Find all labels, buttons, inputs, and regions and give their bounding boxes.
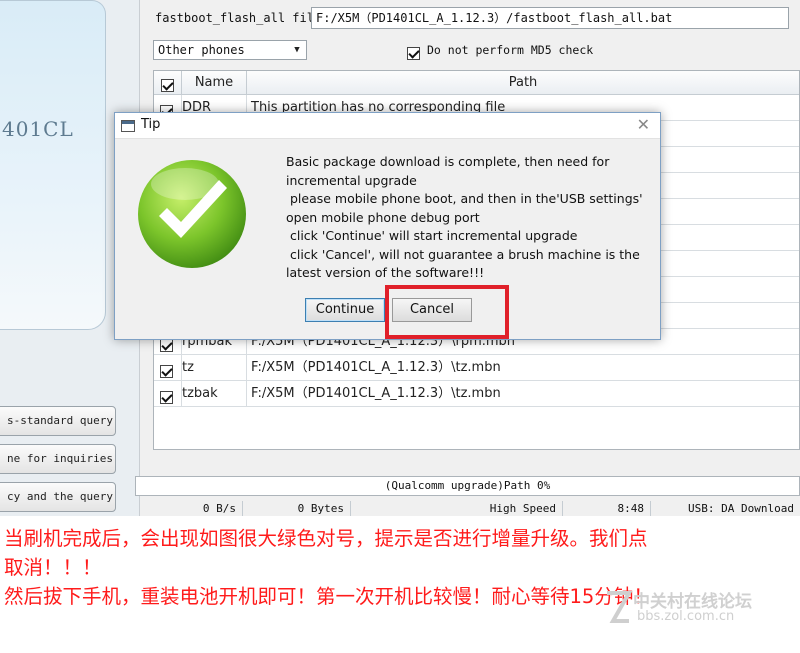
standard-query-button[interactable]: s-standard query [0, 406, 116, 436]
partition-path: F:/X5M（PD1401CL_A_1.12.3）\tz.mbn [246, 381, 501, 407]
message-line: click 'Continue' will start incremental … [286, 228, 578, 243]
message-line: open mobile phone debug port [286, 209, 480, 225]
dialog-message: Basic package download is complete, then… [286, 153, 656, 283]
upgrade-progress-bar: (Qualcomm upgrade)Path 0% [135, 476, 800, 496]
row-checkbox[interactable] [160, 361, 173, 380]
message-line: latest version of the software!!! [286, 265, 485, 280]
success-checkmark-icon [138, 160, 246, 268]
message-line: Basic package download is complete, then… [286, 154, 610, 169]
usb-status: USB: DA Download [688, 502, 794, 515]
bytes-readout: 0 Bytes [243, 501, 351, 516]
cancel-highlight-box [385, 285, 509, 339]
file-path-field[interactable]: F:/X5M（PD1401CL_A_1.12.3）/fastboot_flash… [311, 7, 789, 29]
phone-type-select[interactable]: Other phones ▼ [153, 40, 307, 60]
md5-checkbox[interactable] [407, 43, 420, 62]
inquiries-button[interactable]: ne for inquiries [0, 444, 116, 474]
dialog-titlebar: Tip ✕ [115, 113, 660, 139]
screenshot: 401CL s-standard query ne for inquiries … [0, 0, 800, 516]
row-checkbox-box[interactable] [160, 365, 173, 378]
partition-name: tzbak [181, 381, 247, 407]
row-checkbox-box[interactable] [160, 339, 173, 352]
chevron-down-icon: ▼ [294, 45, 300, 55]
row-checkbox-box[interactable] [160, 391, 173, 404]
status-bar: (Qualcomm upgrade)Path 0% 0 B/s 0 Bytes … [135, 473, 800, 516]
query-button[interactable]: cy and the query [0, 482, 116, 512]
caption-line-3: 然后拔下手机，重装电池开机即可！第一次开机比较慢！耐心等待15分钟！ [4, 585, 653, 608]
table-header: Name Path [154, 71, 799, 95]
time-readout: 8:48 [563, 501, 651, 516]
select-all-checkbox[interactable] [161, 78, 174, 92]
mode-readout: High Speed [351, 501, 563, 516]
table-row[interactable]: tzbak F:/X5M（PD1401CL_A_1.12.3）\tz.mbn [154, 381, 799, 407]
speed-readout: 0 B/s [141, 501, 243, 516]
phone-type-value: Other phones [158, 43, 245, 57]
close-icon[interactable]: ✕ [637, 115, 650, 134]
phone-image: 401CL [0, 0, 106, 330]
partition-name: tz [181, 355, 247, 381]
md5-checkbox-box[interactable] [407, 47, 420, 60]
partition-path: F:/X5M（PD1401CL_A_1.12.3）\tz.mbn [246, 355, 501, 381]
message-line: click 'Cancel', will not guarantee a bru… [286, 246, 640, 262]
message-line: incremental upgrade [286, 172, 417, 188]
dialog-title: Tip [141, 117, 161, 132]
file-label: fastboot_flash_all file [155, 11, 322, 25]
name-header[interactable]: Name [182, 71, 247, 95]
path-header[interactable]: Path [247, 71, 799, 95]
window-icon [121, 120, 135, 132]
continue-button[interactable]: Continue [305, 298, 385, 322]
select-all-header[interactable] [154, 71, 182, 95]
zol-logo-icon [607, 591, 633, 623]
message-line: please mobile phone boot, and then in th… [286, 191, 643, 206]
zol-watermark: 中关村在线论坛 bbs.zol.com.cn [603, 585, 795, 629]
row-checkbox[interactable] [160, 387, 173, 406]
phone-model-text: 401CL [2, 117, 74, 141]
md5-label: Do not perform MD5 check [427, 43, 594, 57]
caption-line-1: 当刷机完成后，会出现如图很大绿色对号，提示是否进行增量升级。我们点 [4, 527, 648, 550]
caption-line-2: 取消！！！ [4, 556, 102, 579]
table-row[interactable]: tz F:/X5M（PD1401CL_A_1.12.3）\tz.mbn [154, 355, 799, 381]
watermark-url: bbs.zol.com.cn [637, 609, 735, 624]
